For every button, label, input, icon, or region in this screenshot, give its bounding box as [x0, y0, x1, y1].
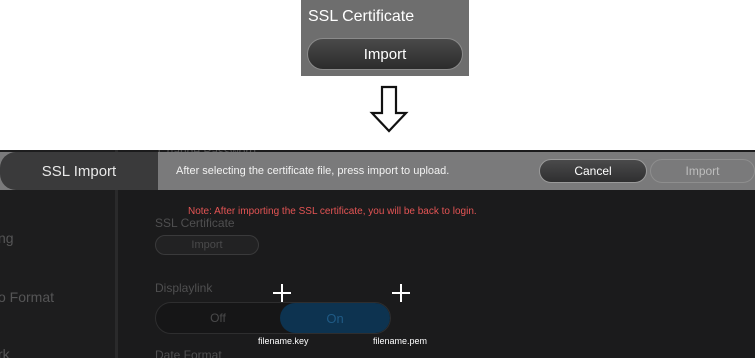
ssl-certificate-callout: SSL Certificate Import: [301, 0, 469, 76]
displaylink-label: Displaylink: [155, 281, 213, 295]
sidebar-item[interactable]: o Format: [0, 289, 54, 305]
plus-icon[interactable]: [273, 284, 291, 302]
callout-title: SSL Certificate: [308, 8, 415, 25]
callout-import-button[interactable]: Import: [307, 38, 463, 70]
screenshot-root: SSL Certificate Import ng o Format rk Ch…: [0, 0, 755, 358]
cancel-button[interactable]: Cancel: [539, 159, 647, 183]
ssl-import-button[interactable]: Import: [155, 235, 259, 255]
displaylink-toggle[interactable]: Off On: [155, 302, 391, 334]
ssl-import-title: SSL Import: [41, 162, 117, 180]
ssl-import-instructions: After selecting the certificate file, pr…: [176, 165, 450, 177]
ssl-note: Note: After importing the SSL certificat…: [188, 206, 477, 217]
down-arrow-icon: [369, 85, 409, 133]
key-file-label: filename.key: [258, 336, 309, 346]
pem-file-label: filename.pem: [373, 336, 428, 346]
sidebar-item[interactable]: ng: [0, 230, 14, 246]
toggle-off-option[interactable]: Off: [156, 303, 280, 333]
import-button[interactable]: Import: [650, 159, 755, 183]
ssl-certificate-label: SSL Certificate: [155, 216, 235, 230]
sidebar-item[interactable]: rk: [0, 346, 10, 358]
date-format-label: Date Format: [155, 348, 222, 358]
plus-icon[interactable]: [392, 284, 410, 302]
toggle-on-option[interactable]: On: [280, 303, 390, 333]
settings-panel: ng o Format rk Change Password SSL Certi…: [0, 150, 755, 358]
ssl-import-bar: SSL Import After selecting the certifica…: [0, 152, 755, 190]
